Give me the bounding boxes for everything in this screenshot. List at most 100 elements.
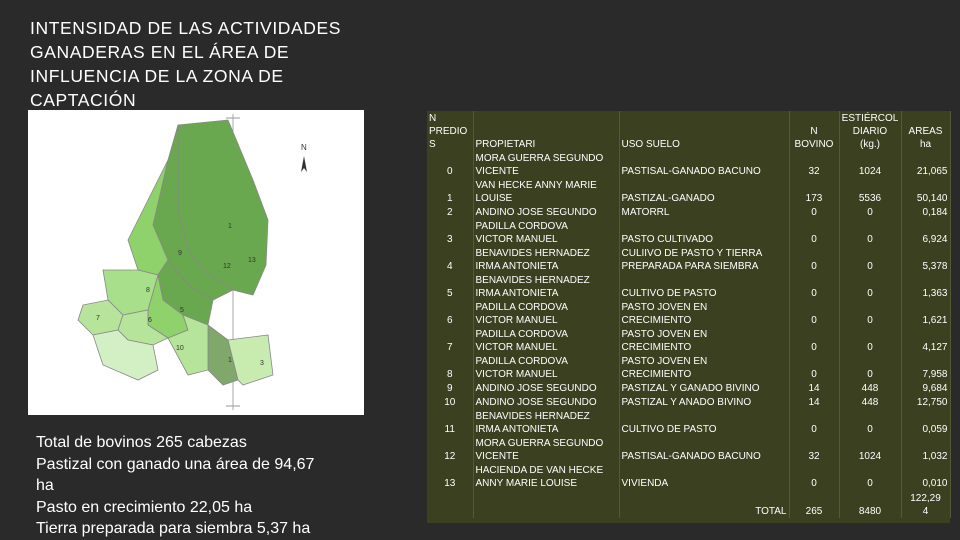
cell-predio: 5 bbox=[427, 273, 474, 300]
cell-text: VICTOR MANUEL bbox=[475, 234, 558, 245]
cell-empty bbox=[473, 490, 620, 518]
table-row: 2 ANDINO JOSE SEGUNDO MATORRL 0 0 0,184 bbox=[427, 205, 951, 219]
cell-estiercol: 0 bbox=[839, 219, 902, 246]
cell-estiercol: 448 bbox=[839, 395, 902, 409]
cell-text: CRECIMIENTO bbox=[621, 315, 692, 326]
cell-predio: 4 bbox=[427, 246, 474, 273]
cell-text: 1 bbox=[446, 193, 453, 204]
parcel-label: 10 bbox=[176, 345, 184, 352]
cell-area: 0,059 bbox=[901, 409, 951, 436]
header-text: ESTIÉRCOL bbox=[841, 113, 899, 124]
cell-area: 6,924 bbox=[901, 219, 951, 246]
cell-uso-suelo: PASTO JOVEN EN CRECIMIENTO bbox=[619, 327, 790, 354]
table-row: 3 PADILLA CORDOVA VICTOR MANUEL PASTO CULTI… bbox=[427, 219, 951, 246]
cell-propietario: PADILLA CORDOVA VICTOR MANUEL bbox=[473, 219, 620, 246]
cell-text: 9 bbox=[446, 383, 453, 394]
parcel-label: 8 bbox=[146, 287, 150, 294]
cell-uso-suelo: VIVIENDA bbox=[619, 463, 790, 490]
cell-predio: 10 bbox=[427, 395, 474, 409]
cell-text: ANNY MARIE LOUISE bbox=[475, 478, 578, 489]
cell-area: 1,621 bbox=[901, 300, 951, 327]
cell-propietario: HACIENDA DE VAN HECKE ANNY MARIE LOUISE bbox=[473, 463, 620, 490]
livestock-table-panel: N PREDIO S PROPIETARI USO SUELO N BOVINO… bbox=[427, 111, 951, 523]
cell-text: ANDINO JOSE SEGUNDO bbox=[475, 207, 597, 218]
cell-propietario: ANDINO JOSE SEGUNDO bbox=[473, 381, 620, 395]
cell-text: VICENTE bbox=[475, 451, 519, 462]
parcel-map-svg: 1 9 12 13 8 5 6 7 10 3 1 N bbox=[77, 114, 307, 410]
cell-bovino: 173 bbox=[789, 178, 840, 205]
cell-predio: 8 bbox=[427, 354, 474, 381]
cell-text: VAN HECKE ANNY MARIE bbox=[475, 180, 597, 191]
table-row: 13 HACIENDA DE VAN HECKE ANNY MARIE LOUISE… bbox=[427, 463, 951, 490]
cell-text: HACIENDA DE VAN HECKE bbox=[475, 465, 604, 476]
parcel-label: 9 bbox=[178, 250, 182, 257]
cell-propietario: MORA GUERRA SEGUNDO VICENTE bbox=[473, 436, 620, 463]
cell-estiercol: 0 bbox=[839, 205, 902, 219]
cell-propietario: BENAVIDES HERNADEZ IRMA ANTONIETA bbox=[473, 246, 620, 273]
cell-propietario: PADILLA CORDOVA VICTOR MANUEL bbox=[473, 300, 620, 327]
cell-text: PADILLA CORDOVA bbox=[475, 329, 568, 340]
cell-estiercol: 0 bbox=[839, 409, 902, 436]
cell-area: 1,032 bbox=[901, 436, 951, 463]
table-row: 5 BENAVIDES HERNADEZ IRMA ANTONIETA CULTIVO… bbox=[427, 273, 951, 300]
cell-bovino: 0 bbox=[789, 273, 840, 300]
header-areas: AREAS ha bbox=[901, 111, 951, 151]
header-predios: N PREDIO S bbox=[427, 111, 474, 151]
cell-text: BENAVIDES HERNADEZ bbox=[475, 275, 590, 286]
cell-bovino: 0 bbox=[789, 300, 840, 327]
cell-propietario: BENAVIDES HERNADEZ IRMA ANTONIETA bbox=[473, 409, 620, 436]
cell-text: 4 bbox=[446, 261, 453, 272]
table-row: 9 ANDINO JOSE SEGUNDO PASTIZAL Y GANADO BI… bbox=[427, 381, 951, 395]
cell-uso-suelo: PASTIZAL Y ANADO BIVINO bbox=[619, 395, 790, 409]
header-estiercol: ESTIÉRCOL DIARIO (kg.) bbox=[839, 111, 902, 151]
cell-text: CRECIMIENTO bbox=[621, 369, 692, 380]
cell-text: PASTO JOVEN EN bbox=[621, 329, 708, 340]
cell-text: MORA GUERRA SEGUNDO bbox=[475, 438, 604, 449]
cell-text: 6 bbox=[446, 315, 453, 326]
cell-text: ANDINO JOSE SEGUNDO bbox=[475, 383, 597, 394]
cell-estiercol: 5536 bbox=[839, 178, 902, 205]
cell-text: BENAVIDES HERNADEZ bbox=[475, 411, 590, 422]
table-row: 12 MORA GUERRA SEGUNDO VICENTE PASTISAL-GAN… bbox=[427, 436, 951, 463]
cell-text: 5 bbox=[446, 288, 453, 299]
cell-text: PADILLA CORDOVA bbox=[475, 221, 568, 232]
table-row: 6 PADILLA CORDOVA VICTOR MANUEL PASTO JOVEN… bbox=[427, 300, 951, 327]
cell-text: CULIIVO DE PASTO Y TIERRA bbox=[621, 248, 763, 259]
slide-title: INTENSIDAD DE LAS ACTIVIDADES GANADERAS … bbox=[30, 16, 375, 112]
header-text: BOVINO bbox=[794, 139, 834, 150]
cell-text: PASTIZAL-GANADO bbox=[621, 193, 715, 204]
cell-area: 0,184 bbox=[901, 205, 951, 219]
cell-text: 3 bbox=[446, 234, 453, 245]
cell-predio: 3 bbox=[427, 219, 474, 246]
table-row: 10 ANDINO JOSE SEGUNDO PASTIZAL Y ANADO BI… bbox=[427, 395, 951, 409]
cell-text: 13 bbox=[444, 478, 456, 489]
table-row: 7 PADILLA CORDOVA VICTOR MANUEL PASTO JOVEN… bbox=[427, 327, 951, 354]
cell-text: PASTISAL-GANADO BACUNO bbox=[621, 166, 761, 177]
parcel-label: 12 bbox=[223, 263, 231, 270]
header-text: ha bbox=[919, 139, 932, 150]
header-text: N bbox=[429, 113, 437, 124]
parcel-label: 13 bbox=[248, 257, 256, 264]
cell-bovino: 0 bbox=[789, 409, 840, 436]
parcel-label: 5 bbox=[180, 307, 184, 314]
cell-uso-suelo: CULTIVO DE PASTO bbox=[619, 273, 790, 300]
cell-bovino: 14 bbox=[789, 381, 840, 395]
cell-text: VIVIENDA bbox=[621, 478, 669, 489]
cell-uso-suelo: PASTIZAL Y GANADO BIVINO bbox=[619, 381, 790, 395]
header-bovino: N BOVINO bbox=[789, 111, 840, 151]
cell-text: PASTO JOVEN EN bbox=[621, 302, 708, 313]
cell-text: PASTIZAL Y GANADO BIVINO bbox=[621, 383, 760, 394]
cell-area: 4,127 bbox=[901, 327, 951, 354]
cell-bovino: 0 bbox=[789, 463, 840, 490]
cell-area: 5,378 bbox=[901, 246, 951, 273]
cell-area: 0,010 bbox=[901, 463, 951, 490]
cell-bovino: 0 bbox=[789, 219, 840, 246]
header-uso-suelo: USO SUELO bbox=[619, 111, 790, 151]
cell-text: 12 bbox=[444, 451, 456, 462]
cell-text: PADILLA CORDOVA bbox=[475, 356, 568, 367]
table-row: 1 VAN HECKE ANNY MARIE LOUISE PASTIZAL-GANA… bbox=[427, 178, 951, 205]
cell-uso-suelo: PASTISAL-GANADO BACUNO bbox=[619, 151, 790, 178]
cell-text: LOUISE bbox=[475, 193, 513, 204]
table-total-row: TOTAL 265 8480 122,29 4 bbox=[427, 490, 951, 518]
cell-bovino: 0 bbox=[789, 354, 840, 381]
